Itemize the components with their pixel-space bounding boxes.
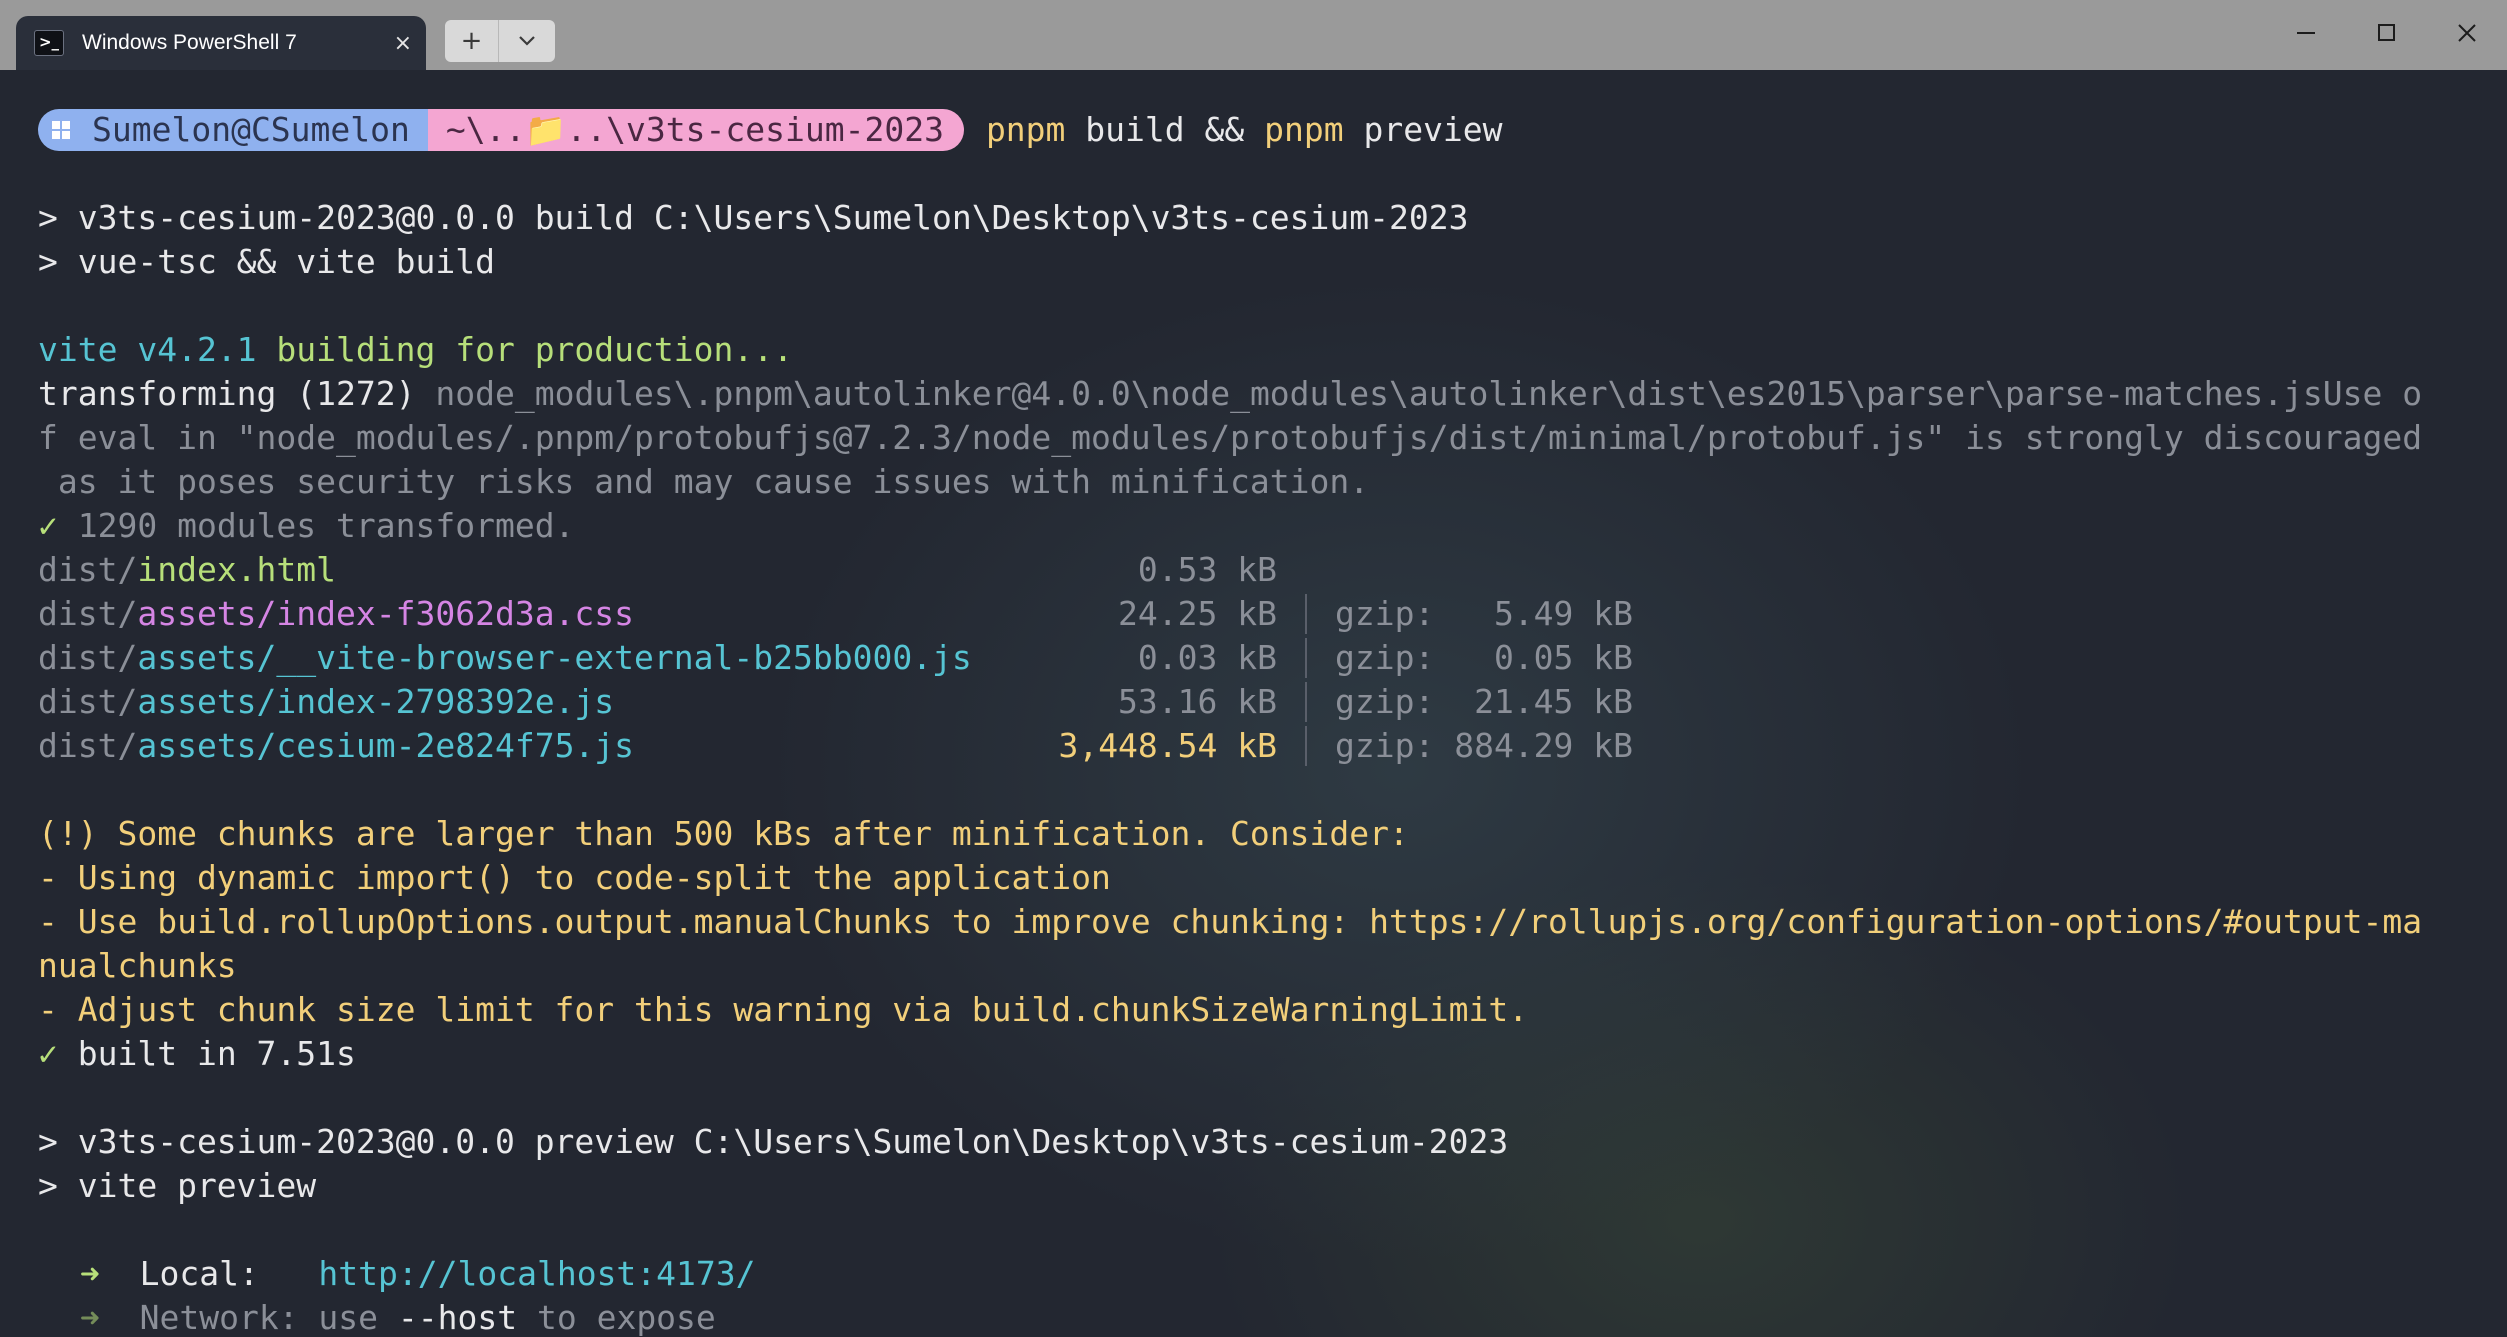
minimize-icon xyxy=(2297,31,2317,35)
eval-warning-2: f eval in "node_modules/.pnpm/protobufjs… xyxy=(38,416,2507,460)
file-name: dist/index.html xyxy=(38,548,1038,592)
local-url-link[interactable]: http://localhost:4173/ xyxy=(318,1254,755,1293)
file-row: dist/assets/index-f3062d3a.css24.25 kB gz… xyxy=(38,592,2507,636)
output-files-list: dist/index.html0.53 kBdist/assets/index-… xyxy=(38,548,2507,768)
column-divider xyxy=(1305,594,1307,634)
file-name: dist/assets/cesium-2e824f75.js xyxy=(38,724,1038,768)
chunk-warning-2: - Using dynamic import() to code-split t… xyxy=(38,856,2507,900)
tab-actions: + xyxy=(445,20,555,62)
file-name: dist/assets/index-2798392e.js xyxy=(38,680,1038,724)
network-label: Network: use xyxy=(100,1298,398,1337)
modules-text: 1290 modules transformed. xyxy=(58,506,575,545)
window-controls xyxy=(2267,0,2507,70)
file-row: dist/index.html0.53 kB xyxy=(38,548,2507,592)
prompt-user: Sumelon@CSumelon xyxy=(92,108,410,152)
close-icon xyxy=(2457,23,2477,43)
prompt-path-segment: ~\..📁..\v3ts-cesium-2023 xyxy=(428,109,964,151)
close-tab-icon[interactable]: × xyxy=(394,31,412,56)
local-url-line: ➜ Local: http://localhost:4173/ xyxy=(38,1252,2507,1296)
new-tab-button[interactable]: + xyxy=(445,20,499,62)
file-name: dist/assets/index-f3062d3a.css xyxy=(38,592,1038,636)
build-header-2: > vue-tsc && vite build xyxy=(38,240,2507,284)
column-divider xyxy=(1305,638,1307,678)
file-size: 0.53 kB xyxy=(1038,548,1277,592)
vite-building: building for production... xyxy=(257,330,793,369)
chevron-down-icon xyxy=(518,35,536,47)
file-name: dist/assets/__vite-browser-external-b25b… xyxy=(38,636,1038,680)
terminal-output[interactable]: Sumelon@CSumelon ~\..📁..\v3ts-cesium-202… xyxy=(0,70,2507,1337)
local-label: Local: xyxy=(100,1254,319,1293)
modules-transformed: ✓ 1290 modules transformed. xyxy=(38,504,2507,548)
file-row: dist/assets/index-2798392e.js53.16 kB gzi… xyxy=(38,680,2507,724)
chunk-warning-3: - Use build.rollupOptions.output.manualC… xyxy=(38,900,2507,944)
cmd-mid: build && xyxy=(1065,110,1264,149)
chunk-warning-5: - Adjust chunk size limit for this warni… xyxy=(38,988,2507,1032)
build-header-1: > v3ts-cesium-2023@0.0.0 build C:\Users\… xyxy=(38,196,2507,240)
vite-building-line: vite v4.2.1 building for production... xyxy=(38,328,2507,372)
terminal-window: >_ Windows PowerShell 7 × + xyxy=(0,0,2507,1337)
tab-title: Windows PowerShell 7 xyxy=(82,31,394,55)
file-row: dist/assets/cesium-2e824f75.js3,448.54 k… xyxy=(38,724,2507,768)
prompt-user-segment: Sumelon@CSumelon xyxy=(38,109,428,151)
chunk-warning-1: (!) Some chunks are larger than 500 kBs … xyxy=(38,812,2507,856)
windows-logo-icon xyxy=(52,121,70,139)
close-button[interactable] xyxy=(2427,0,2507,66)
check-icon: ✓ xyxy=(38,506,58,545)
column-divider xyxy=(1305,682,1307,722)
prompt-path: ~\..📁..\v3ts-cesium-2023 xyxy=(446,108,944,152)
minimize-button[interactable] xyxy=(2267,0,2347,66)
powershell-icon: >_ xyxy=(34,30,64,56)
column-divider xyxy=(1305,726,1307,766)
eval-warning-3: as it poses security risks and may cause… xyxy=(38,460,2507,504)
transform-line: transforming (1272) node_modules\.pnpm\a… xyxy=(38,372,2507,416)
built-text: built in 7.51s xyxy=(58,1034,356,1073)
title-bar: >_ Windows PowerShell 7 × + xyxy=(0,0,2507,70)
gzip-size: gzip: 21.45 kB xyxy=(1335,680,1633,724)
maximize-icon xyxy=(2377,23,2397,43)
tab-dropdown-button[interactable] xyxy=(499,20,555,62)
maximize-button[interactable] xyxy=(2347,0,2427,66)
preview-header-2: > vite preview xyxy=(38,1164,2507,1208)
chunk-warning-4: nualchunks xyxy=(38,944,2507,988)
tab-powershell[interactable]: >_ Windows PowerShell 7 × xyxy=(16,16,426,70)
built-check-icon: ✓ xyxy=(38,1034,58,1073)
command-text: pnpm build && pnpm preview xyxy=(986,108,1503,152)
network-flag: --host xyxy=(398,1298,517,1337)
arrow-icon: ➜ xyxy=(80,1298,100,1337)
prompt-line: Sumelon@CSumelon ~\..📁..\v3ts-cesium-202… xyxy=(38,108,2507,152)
transform-path: node_modules\.pnpm\autolinker@4.0.0\node… xyxy=(416,374,2423,413)
preview-header-1: > v3ts-cesium-2023@0.0.0 preview C:\User… xyxy=(38,1120,2507,1164)
network-end: to expose xyxy=(517,1298,716,1337)
cmd-end: preview xyxy=(1344,110,1503,149)
file-size: 0.03 kB xyxy=(1038,636,1277,680)
built-line: ✓ built in 7.51s xyxy=(38,1032,2507,1076)
vite-version: vite v4.2.1 xyxy=(38,330,257,369)
arrow-icon: ➜ xyxy=(80,1254,100,1293)
file-row: dist/assets/__vite-browser-external-b25b… xyxy=(38,636,2507,680)
file-size: 3,448.54 kB xyxy=(1038,724,1277,768)
file-size: 24.25 kB xyxy=(1038,592,1277,636)
network-line: ➜ Network: use --host to expose xyxy=(38,1296,2507,1337)
transform-label: transforming (1272) xyxy=(38,374,416,413)
gzip-size: gzip: 0.05 kB xyxy=(1335,636,1633,680)
gzip-size: gzip: 5.49 kB xyxy=(1335,592,1633,636)
cmd-pnpm-1: pnpm xyxy=(986,110,1065,149)
cmd-pnpm-2: pnpm xyxy=(1264,110,1343,149)
file-size: 53.16 kB xyxy=(1038,680,1277,724)
gzip-size: gzip: 884.29 kB xyxy=(1335,724,1633,768)
